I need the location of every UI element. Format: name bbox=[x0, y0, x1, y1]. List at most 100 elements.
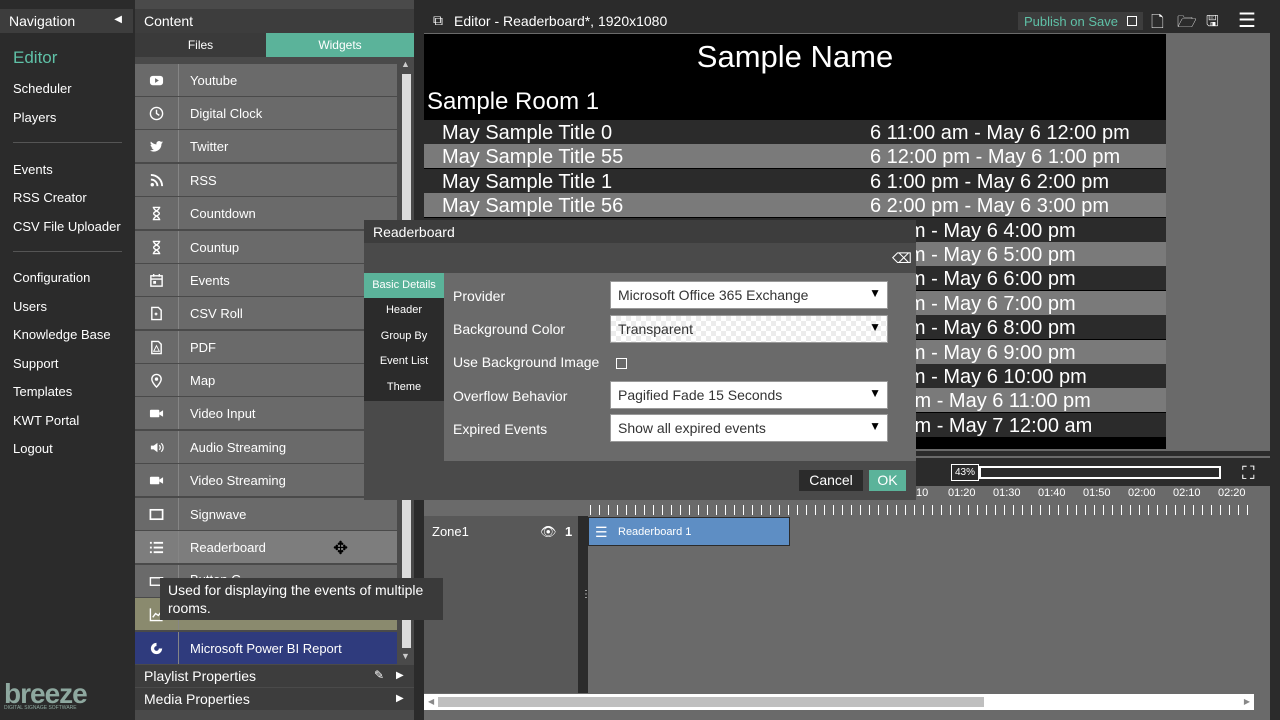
event-title: May Sample Title 56 bbox=[442, 195, 624, 218]
nav-item-editor[interactable]: Editor bbox=[13, 48, 57, 68]
pencil-icon[interactable]: ✎ bbox=[374, 668, 384, 682]
nav-divider bbox=[13, 251, 122, 252]
nav-item-templates[interactable]: Templates bbox=[13, 384, 72, 399]
timeline-hscroll-thumb[interactable] bbox=[438, 697, 984, 707]
widget-label: Video Input bbox=[190, 406, 256, 421]
dialog-tabs: Basic Details Header Group By Event List… bbox=[364, 273, 444, 401]
chevron-right-icon[interactable]: ▶ bbox=[396, 693, 404, 704]
widget-readerboard[interactable]: Readerboard ✥ bbox=[135, 531, 397, 564]
timeline-divider-handle[interactable]: ⋮ bbox=[578, 516, 591, 693]
tab-event-list[interactable]: Event List bbox=[364, 349, 444, 374]
nav-item-logout[interactable]: Logout bbox=[13, 441, 53, 456]
tab-theme[interactable]: Theme bbox=[364, 375, 444, 400]
zone-column bbox=[424, 548, 578, 693]
timeline-tick-label: 02:10 bbox=[1173, 487, 1201, 499]
widget-label: Signwave bbox=[190, 507, 247, 522]
readerboard-row: May Sample Title 56 6 2:00 pm - May 6 3:0… bbox=[424, 193, 1166, 218]
widget-pdf[interactable]: PDF bbox=[135, 331, 397, 364]
publish-on-save-label: Publish on Save bbox=[1024, 14, 1118, 29]
content-header: Content bbox=[135, 9, 414, 33]
readerboard-dialog: Readerboard ⌫ Basic Details Header Group… bbox=[364, 220, 916, 500]
scroll-up-icon[interactable]: ▲ bbox=[401, 59, 410, 69]
widget-label: PDF bbox=[190, 340, 216, 355]
widget-power-bi[interactable]: Microsoft Power BI Report bbox=[135, 632, 397, 665]
nav-item-scheduler[interactable]: Scheduler bbox=[13, 81, 72, 96]
readerboard-room: Sample Room 1 bbox=[427, 88, 600, 115]
widget-label: Microsoft Power BI Report bbox=[190, 641, 342, 656]
event-time: 6 12:00 pm - May 6 1:00 pm bbox=[870, 146, 1121, 169]
timeline-tick-label: 01:50 bbox=[1083, 487, 1111, 499]
widget-digital-clock[interactable]: Digital Clock bbox=[135, 97, 397, 130]
nav-item-csv-uploader[interactable]: CSV File Uploader bbox=[13, 219, 121, 234]
background-image-checkbox[interactable] bbox=[616, 358, 627, 369]
tab-widgets[interactable]: Widgets bbox=[266, 33, 414, 57]
tab-group-by[interactable]: Group By bbox=[364, 324, 444, 349]
zone-label: Zone1 bbox=[432, 524, 469, 539]
chevron-right-icon[interactable]: ▶ bbox=[396, 670, 404, 681]
widget-twitter[interactable]: Twitter bbox=[135, 130, 397, 163]
pdf-file-icon bbox=[135, 331, 179, 363]
widget-signwave[interactable]: Signwave bbox=[135, 498, 397, 531]
menu-icon[interactable]: ☰ bbox=[1238, 8, 1256, 33]
widget-rss[interactable]: RSS bbox=[135, 164, 397, 197]
csv-file-icon bbox=[135, 297, 179, 329]
nav-item-knowledge-base[interactable]: Knowledge Base bbox=[13, 327, 111, 342]
widget-video-input[interactable]: Video Input bbox=[135, 397, 397, 430]
nav-item-events[interactable]: Events bbox=[13, 162, 53, 177]
twitter-icon bbox=[135, 130, 179, 162]
nav-item-configuration[interactable]: Configuration bbox=[13, 270, 90, 285]
scroll-left-icon[interactable]: ◀ bbox=[428, 697, 434, 706]
tab-files[interactable]: Files bbox=[135, 33, 266, 57]
eye-icon[interactable]: 👁 bbox=[540, 524, 557, 540]
nav-item-kwt-portal[interactable]: KWT Portal bbox=[13, 413, 79, 428]
widget-events[interactable]: Events bbox=[135, 264, 397, 297]
widget-map[interactable]: Map bbox=[135, 364, 397, 397]
provider-select[interactable]: Microsoft Office 365 Exchange ▼ bbox=[610, 281, 888, 309]
widget-label: Map bbox=[190, 373, 216, 388]
overflow-behavior-value: Pagified Fade 15 Seconds bbox=[618, 387, 783, 403]
nav-item-support[interactable]: Support bbox=[13, 356, 59, 371]
navigation-panel: Navigation ◀ Editor Scheduler Players Ev… bbox=[0, 0, 133, 720]
zoom-slider[interactable] bbox=[979, 466, 1221, 479]
zoom-level: 43% bbox=[951, 464, 979, 481]
drag-handle-icon: ⋮ bbox=[581, 589, 591, 600]
widget-label: Youtube bbox=[190, 73, 238, 88]
eraser-icon[interactable]: ⌫ bbox=[892, 250, 912, 267]
timeline-block-readerboard[interactable]: ☰ Readerboard 1 bbox=[588, 517, 790, 546]
widget-label: Countup bbox=[190, 240, 240, 255]
publish-on-save-toggle[interactable]: Publish on Save bbox=[1018, 12, 1143, 30]
widget-audio-streaming[interactable]: Audio Streaming bbox=[135, 431, 397, 464]
power-bi-icon bbox=[135, 632, 179, 664]
publish-checkbox[interactable] bbox=[1127, 16, 1137, 26]
widget-video-streaming[interactable]: Video Streaming bbox=[135, 464, 397, 497]
tab-basic-details[interactable]: Basic Details bbox=[364, 273, 444, 298]
widget-label: Events bbox=[190, 273, 230, 288]
cancel-button[interactable]: Cancel bbox=[799, 470, 863, 491]
widget-youtube[interactable]: Youtube bbox=[135, 64, 397, 97]
youtube-icon bbox=[135, 64, 179, 96]
overflow-behavior-select[interactable]: Pagified Fade 15 Seconds ▼ bbox=[610, 381, 888, 409]
ok-button[interactable]: OK bbox=[869, 470, 906, 491]
widget-csv-roll[interactable]: CSV Roll bbox=[135, 297, 397, 330]
background-color-select[interactable]: Transparent ▼ bbox=[610, 315, 888, 343]
widget-countdown[interactable]: Countdown bbox=[135, 197, 397, 230]
nav-item-users[interactable]: Users bbox=[13, 299, 47, 314]
playlist-properties[interactable]: Playlist Properties ✎ ▶ bbox=[135, 665, 414, 687]
fullscreen-icon[interactable]: ⛶ bbox=[1242, 463, 1255, 484]
hourglass-icon bbox=[135, 231, 179, 263]
scroll-down-icon[interactable]: ▼ bbox=[401, 651, 410, 661]
video-camera-icon bbox=[135, 464, 179, 496]
media-properties[interactable]: Media Properties ▶ bbox=[135, 688, 414, 710]
nav-item-players[interactable]: Players bbox=[13, 110, 56, 125]
expired-events-label: Expired Events bbox=[453, 421, 548, 437]
scroll-right-icon[interactable]: ▶ bbox=[1244, 697, 1250, 706]
event-title: May Sample Title 1 bbox=[442, 170, 613, 193]
collapse-left-icon[interactable]: ◀ bbox=[114, 14, 122, 25]
timeline-tick-label: 02:20 bbox=[1218, 487, 1246, 499]
nav-item-rss-creator[interactable]: RSS Creator bbox=[13, 190, 87, 205]
tab-header[interactable]: Header bbox=[364, 298, 444, 323]
widget-label: Readerboard bbox=[190, 540, 266, 555]
widget-countup[interactable]: Countup bbox=[135, 231, 397, 264]
widget-label: Video Streaming bbox=[190, 473, 286, 488]
expired-events-select[interactable]: Show all expired events ▼ bbox=[610, 414, 888, 442]
